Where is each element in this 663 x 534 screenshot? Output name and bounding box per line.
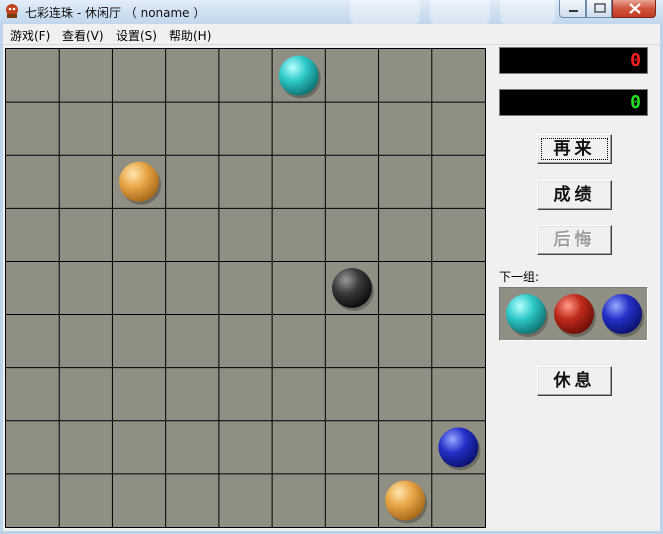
orange-ball[interactable] (119, 161, 160, 202)
black-ball[interactable] (331, 268, 372, 308)
window-title: 七彩连珠 - 休闲厅 （ noname ） (25, 6, 206, 20)
rest-button[interactable]: 休息 (537, 366, 612, 396)
close-icon (629, 3, 641, 14)
next-red-ball[interactable] (554, 294, 594, 334)
title-bar: 七彩连珠 - 休闲厅 （ noname ） (0, 0, 663, 24)
next-group-balls (506, 294, 644, 337)
play-again-button[interactable]: 再来 (537, 134, 612, 164)
next-group-panel (499, 287, 648, 341)
score-display-red: 0 (499, 47, 648, 74)
maximize-button[interactable] (586, 0, 612, 18)
background-window-tab (350, 0, 420, 24)
next-blue-ball[interactable] (602, 294, 642, 334)
game-board[interactable] (5, 48, 486, 528)
minimize-icon (569, 10, 578, 12)
next-cyan-ball[interactable] (506, 294, 546, 334)
board-grid[interactable] (6, 49, 485, 527)
menu-help[interactable]: 帮助(H) (169, 27, 211, 44)
scores-button[interactable]: 成绩 (537, 180, 612, 210)
menu-view[interactable]: 查看(V) (62, 27, 104, 44)
app-icon (6, 4, 18, 18)
background-window-tab (430, 0, 490, 24)
close-button[interactable] (612, 0, 656, 18)
background-window-tab (500, 0, 555, 24)
menu-settings[interactable]: 设置(S) (116, 27, 157, 44)
orange-ball[interactable] (385, 480, 426, 521)
menu-bar: 游戏(F) 查看(V) 设置(S) 帮助(H) (3, 24, 660, 45)
blue-ball[interactable] (438, 427, 479, 468)
menu-game[interactable]: 游戏(F) (10, 27, 50, 44)
undo-button[interactable]: 后悔 (537, 225, 612, 255)
minimize-button[interactable] (559, 0, 586, 18)
next-group-label: 下一组: (499, 270, 540, 284)
score-display-green: 0 (499, 89, 648, 116)
cyan-ball[interactable] (278, 55, 319, 96)
maximize-icon (594, 3, 606, 13)
